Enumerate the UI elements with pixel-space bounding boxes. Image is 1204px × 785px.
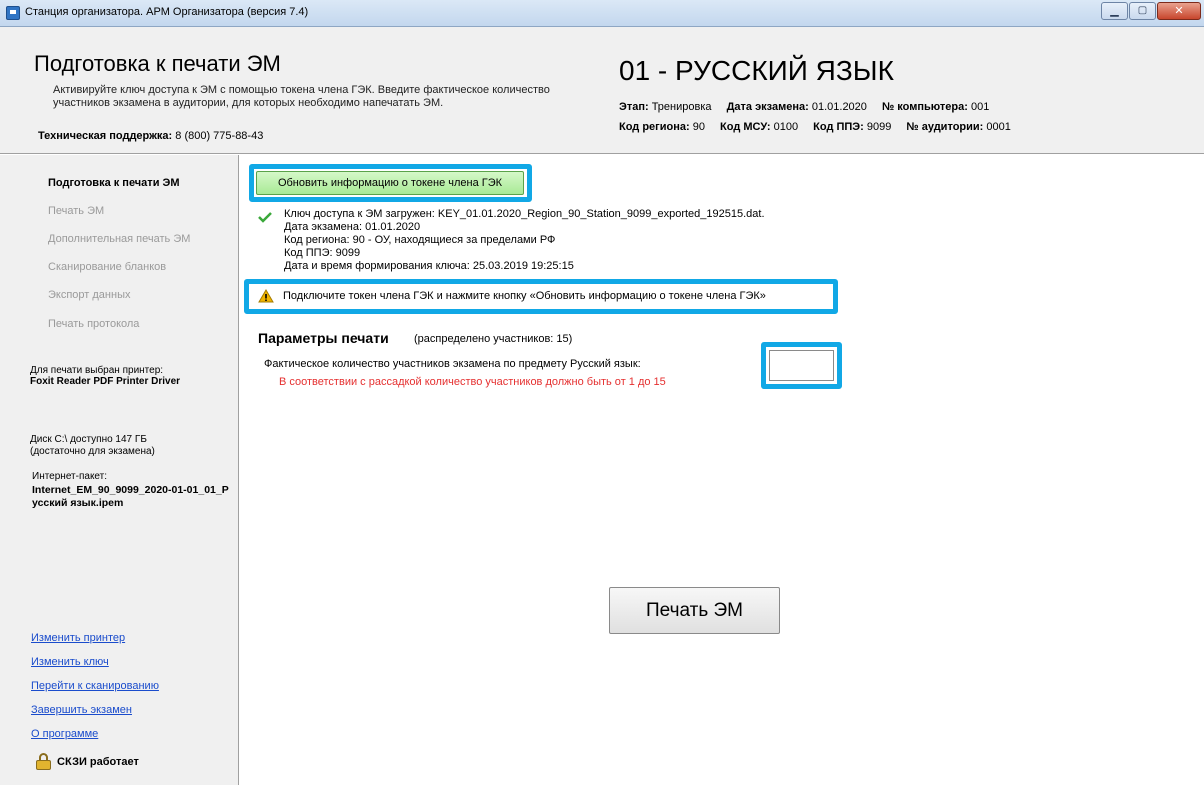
token-warning: Подключите токен члена ГЭК и нажмите кно… (283, 290, 766, 302)
maximize-button[interactable]: ▢ (1129, 2, 1156, 20)
nav-item-print[interactable]: Печать ЭМ (48, 205, 104, 217)
printer-name: Foxit Reader PDF Printer Driver (30, 376, 181, 387)
computer-value: 001 (970, 101, 990, 113)
nav-item-scanning[interactable]: Сканирование бланков (48, 261, 166, 273)
nav-item-print-protocol[interactable]: Печать протокола (48, 318, 139, 330)
participants-qty-error: В соответствии с рассадкой количество уч… (279, 376, 666, 388)
nav-item-prepare-print[interactable]: Подготовка к печати ЭМ (48, 177, 180, 189)
close-icon: ✕ (1174, 4, 1184, 17)
nav-item-additional-print[interactable]: Дополнительная печать ЭМ (48, 233, 190, 245)
package-name: Internet_EM_90_9099_2020-01-01_01_Русски… (32, 484, 229, 509)
warning-icon (258, 289, 274, 303)
window-title: Станция организатора. АРМ Организатора (… (25, 6, 309, 18)
minimize-button[interactable]: ▁ (1101, 2, 1128, 20)
subject-title: 01 - РУССКИЙ ЯЗЫК (619, 55, 894, 86)
msu-label: Код МСУ: (720, 121, 771, 133)
page-description: Активируйте ключ доступа к ЭМ с помощью … (53, 84, 550, 109)
region-value: 90 (692, 121, 705, 133)
sidebar: Подготовка к печати ЭМ Печать ЭМ Дополни… (0, 155, 239, 785)
refresh-token-button[interactable]: Обновить информацию о токене члена ГЭК (256, 171, 524, 195)
computer-label: № компьютера: (881, 101, 968, 113)
page-title: Подготовка к печати ЭМ (34, 51, 281, 76)
participants-qty-input[interactable] (769, 350, 834, 381)
maximize-icon: ▢ (1137, 5, 1148, 16)
key-loaded-info: Ключ доступа к ЭМ загружен: KEY_01.01.20… (284, 208, 765, 220)
ppe-value: 9099 (866, 121, 892, 133)
package-label: Интернет-пакет: (32, 471, 108, 482)
room-label: № аудитории: (906, 121, 984, 133)
minimize-icon: ▁ (1110, 4, 1119, 17)
skzi-status-text: СКЗИ работает (57, 755, 139, 768)
support-phone: 8 (800) 775-88-43 (175, 130, 264, 142)
close-button[interactable]: ✕ (1157, 2, 1201, 20)
link-change-key[interactable]: Изменить ключ (31, 656, 109, 668)
lock-icon (36, 753, 51, 770)
link-change-printer[interactable]: Изменить принтер (31, 632, 125, 644)
print-params-title: Параметры печати (258, 330, 389, 346)
stage-value: Тренировка (651, 101, 712, 113)
exam-meta-row-1: Этап: Тренировка Дата экзамена: 01.01.20… (619, 101, 1001, 113)
exam-date-value: 01.01.2020 (811, 101, 867, 113)
disk-space-status: (достаточно для экзамена) (30, 446, 155, 457)
window-controls: ▁ ▢ ✕ (1101, 2, 1201, 20)
region-label: Код региона: (619, 121, 690, 133)
key-exam-date: Дата экзамена: 01.01.2020 (284, 221, 421, 233)
exam-meta-row-2: Код региона: 90 Код МСУ: 0100 Код ППЭ: 9… (619, 121, 1023, 133)
nav-item-export[interactable]: Экспорт данных (48, 289, 130, 301)
link-finish-exam[interactable]: Завершить экзамен (31, 704, 132, 716)
support-info: Техническая поддержка: 8 (800) 775-88-43 (38, 130, 263, 142)
key-created: Дата и время формирования ключа: 25.03.2… (284, 260, 574, 272)
support-label: Техническая поддержка: (38, 130, 173, 142)
header-panel: Подготовка к печати ЭМ Активируйте ключ … (0, 27, 1204, 154)
printer-label: Для печати выбран принтер: (30, 365, 164, 376)
skzi-status: СКЗИ работает (36, 753, 139, 770)
exam-date-label: Дата экзамена: (726, 101, 809, 113)
check-icon (258, 212, 272, 223)
print-em-button[interactable]: Печать ЭМ (609, 587, 780, 634)
window-titlebar: Станция организатора. АРМ Организатора (… (0, 0, 1204, 27)
room-value: 0001 (986, 121, 1011, 133)
key-ppe: Код ППЭ: 9099 (284, 247, 361, 259)
disk-space-info: Диск С:\ доступно 147 ГБ (30, 434, 147, 445)
link-go-to-scanning[interactable]: Перейти к сканированию (31, 680, 159, 692)
link-about[interactable]: О программе (31, 728, 98, 740)
participants-qty-label: Фактическое количество участников экзаме… (264, 358, 641, 370)
key-region: Код региона: 90 - ОУ, находящиеся за пре… (284, 234, 556, 246)
ppe-label: Код ППЭ: (813, 121, 864, 133)
app-icon (6, 6, 20, 20)
stage-label: Этап: (619, 101, 649, 113)
distributed-participants: (распределено участников: 15) (414, 333, 573, 345)
msu-value: 0100 (773, 121, 799, 133)
